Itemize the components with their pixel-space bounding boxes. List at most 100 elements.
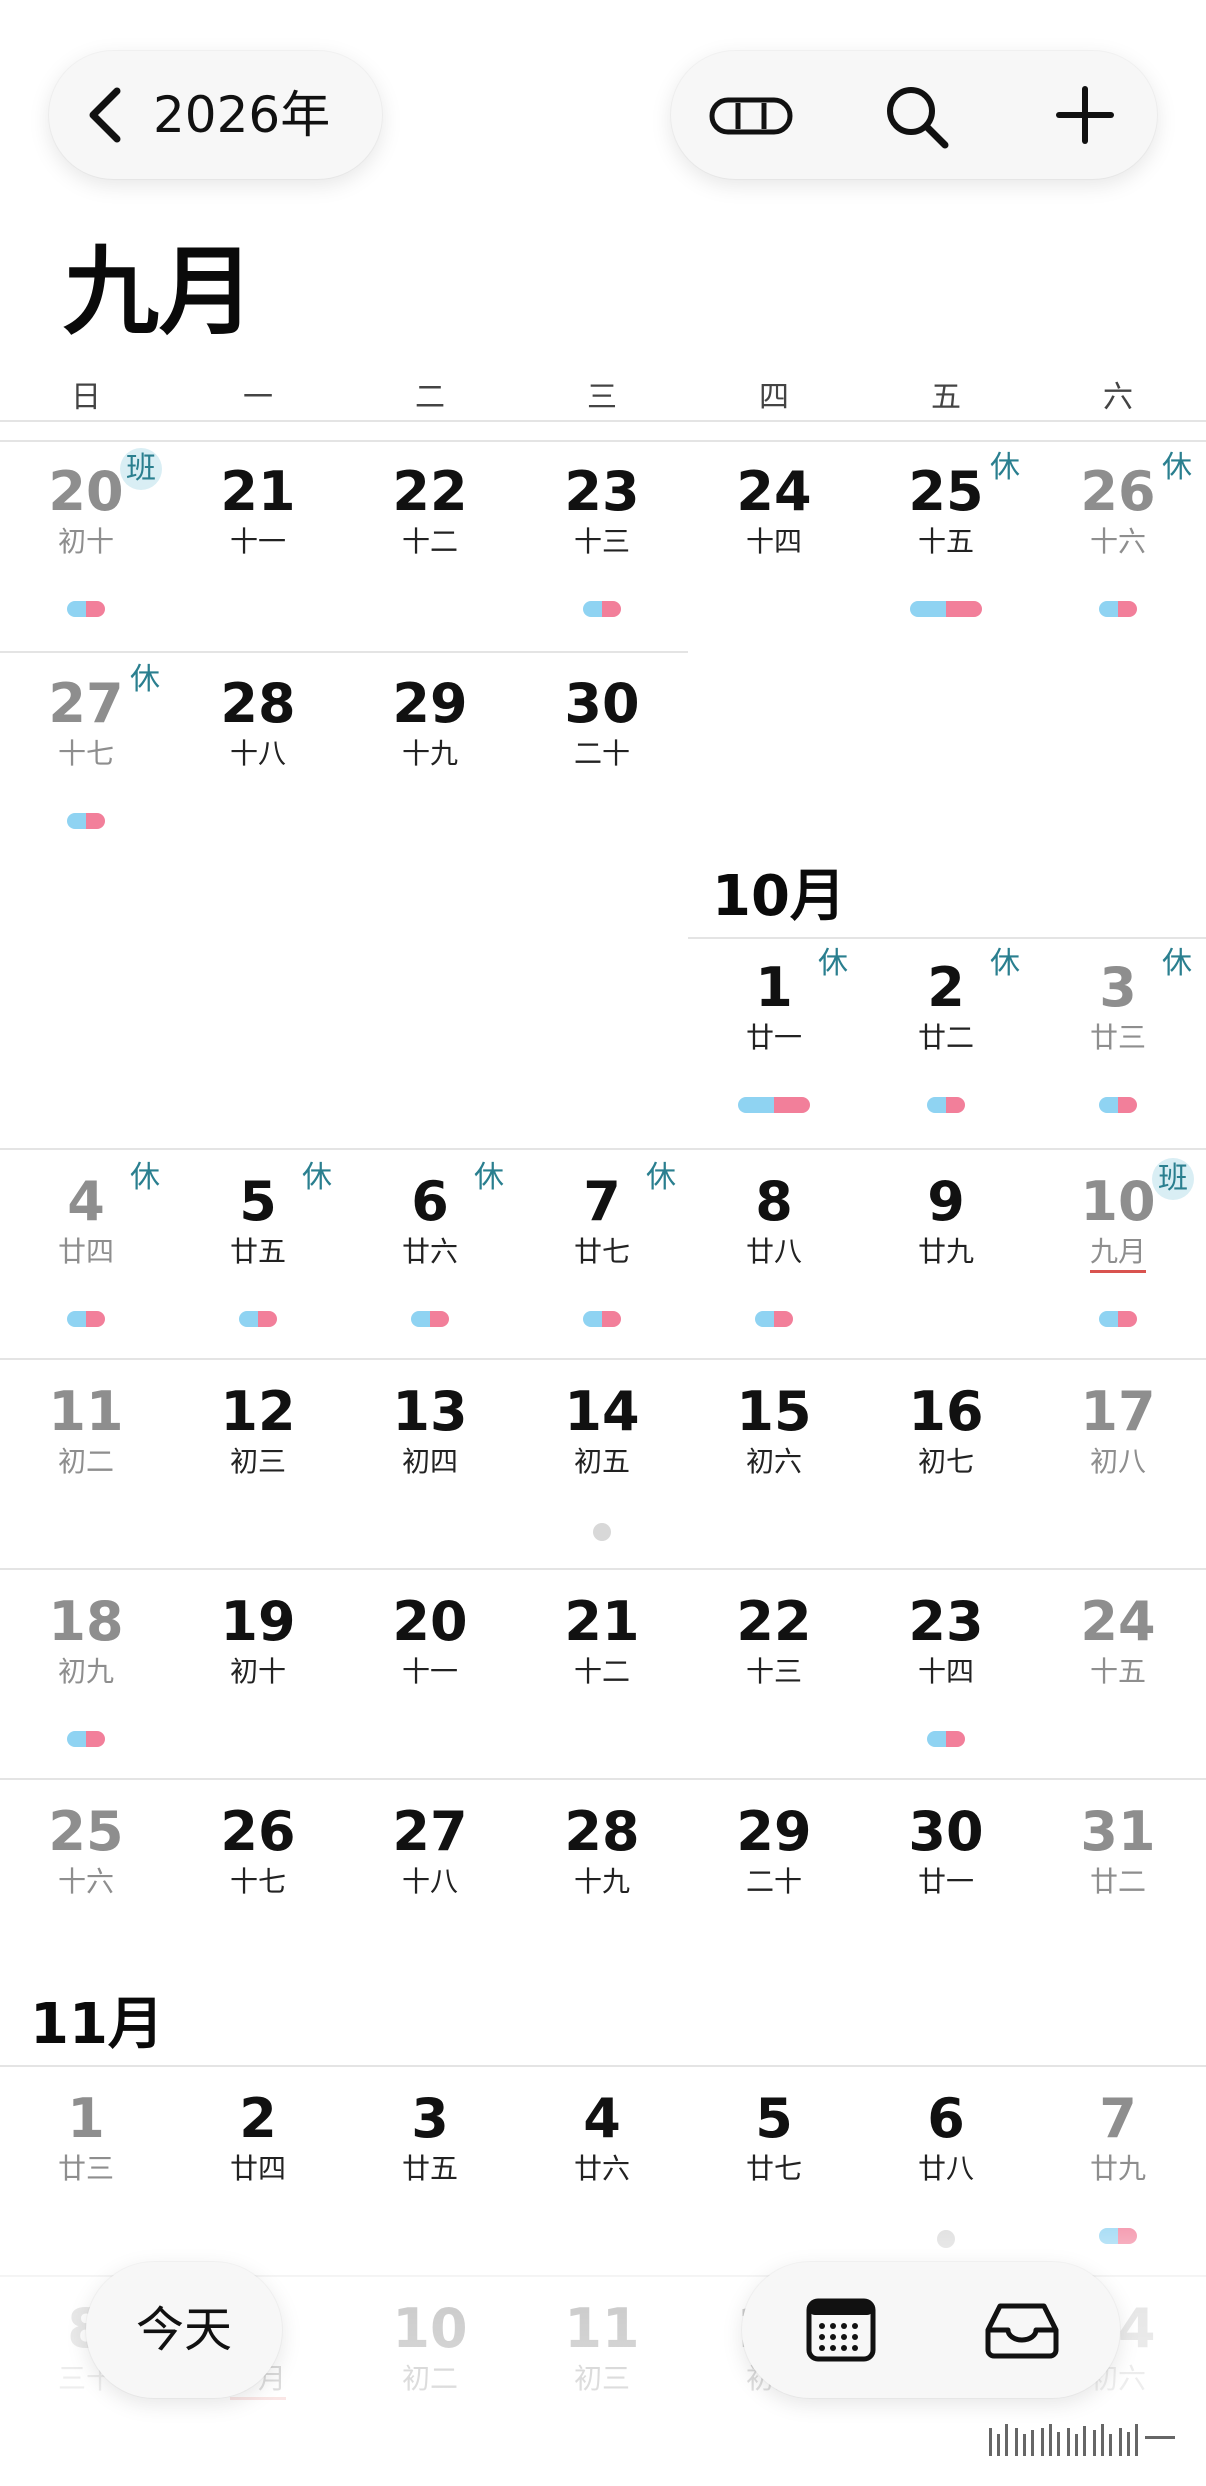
day-number: 3 — [411, 2087, 449, 2150]
lunar-date-text: 初十 — [57, 525, 114, 558]
lunar-date-text: 十九 — [401, 737, 458, 770]
event-bar-pink — [258, 1311, 277, 1327]
lunar-date-text: 十三 — [573, 525, 630, 558]
day-cell[interactable]: 24 十四 — [688, 438, 860, 647]
day-cell[interactable]: 11 初二 — [0, 1358, 172, 1567]
day-cell[interactable]: 12 初三 — [172, 1358, 344, 1567]
month-title: 九月 — [63, 236, 255, 348]
event-indicator — [67, 601, 105, 617]
lunar-date: 廿七 — [516, 1234, 688, 1270]
inbox-button[interactable] — [972, 2284, 1072, 2376]
back-to-year-button[interactable]: 2026年 — [49, 51, 382, 179]
lunar-date: 十三 — [688, 1654, 860, 1690]
today-button[interactable]: 今天 — [86, 2262, 282, 2398]
holiday-badge: 休 — [818, 946, 848, 981]
lunar-date-text: 廿八 — [917, 2152, 974, 2185]
day-cell[interactable]: 25 十五休 — [860, 438, 1032, 647]
event-indicator — [927, 1097, 965, 1113]
lunar-date-text: 初五 — [573, 1445, 630, 1478]
day-number: 12 — [220, 1380, 296, 1443]
lunar-date-text: 初三 — [229, 1445, 286, 1478]
lunar-date: 廿六 — [344, 1234, 516, 1270]
day-cell[interactable]: 13 初四 — [344, 1358, 516, 1567]
event-bar-blue — [1099, 1097, 1118, 1113]
lunar-date-text: 廿六 — [573, 2152, 630, 2185]
lunar-date: 十九 — [516, 1864, 688, 1900]
event-indicator — [239, 1311, 277, 1327]
day-cell[interactable]: 2 廿二休 — [860, 934, 1032, 1143]
holiday-badge: 休 — [990, 946, 1020, 981]
lunar-date-text: 十七 — [229, 1865, 286, 1898]
inbox-tray-icon — [985, 2303, 1059, 2359]
day-cell[interactable]: 21 十一 — [172, 438, 344, 647]
day-cell[interactable]: 23 十三 — [516, 438, 688, 647]
event-indicator — [1099, 601, 1137, 617]
lunar-date: 二十 — [516, 736, 688, 772]
day-cell[interactable]: 30 二十 — [516, 650, 688, 859]
day-cell[interactable]: 20 初十班 — [0, 438, 172, 647]
day-number: 9 — [927, 1170, 965, 1233]
day-cell[interactable]: 28 十九 — [516, 1778, 688, 1987]
day-number: 17 — [1080, 1380, 1156, 1443]
lunar-date: 初五 — [516, 1444, 688, 1480]
day-cell[interactable]: 22 十二 — [344, 438, 516, 647]
day-cell[interactable]: 7 廿七休 — [516, 1148, 688, 1357]
lunar-date-text: 初二 — [57, 1445, 114, 1478]
day-cell[interactable]: 18 初九 — [0, 1568, 172, 1777]
weekday-label: 五 — [931, 380, 961, 415]
day-cell[interactable]: 21 十二 — [516, 1568, 688, 1777]
event-indicator — [755, 1311, 793, 1327]
lunar-date: 廿五 — [172, 1234, 344, 1270]
day-cell[interactable]: 24 十五 — [1032, 1568, 1204, 1777]
day-cell[interactable]: 28 十八 — [172, 650, 344, 859]
day-cell[interactable]: 16 初七 — [860, 1358, 1032, 1567]
day-cell[interactable]: 1 廿一休 — [688, 934, 860, 1143]
day-number: 28 — [220, 672, 296, 735]
day-cell[interactable]: 4 廿四休 — [0, 1148, 172, 1357]
day-number: 8 — [755, 1170, 793, 1233]
day-cell[interactable]: 20 十一 — [344, 1568, 516, 1777]
lunar-date: 廿一 — [860, 1864, 1032, 1900]
day-cell[interactable]: 29 十九 — [344, 650, 516, 859]
year-label: 2026年 — [153, 86, 331, 144]
search-button[interactable] — [871, 75, 961, 155]
lunar-date: 初六 — [688, 1444, 860, 1480]
day-cell[interactable]: 30 廿一 — [860, 1778, 1032, 1987]
day-cell[interactable]: 19 初十 — [172, 1568, 344, 1777]
day-cell[interactable]: 22 十三 — [688, 1568, 860, 1777]
day-cell[interactable]: 29 二十 — [688, 1778, 860, 1987]
day-cell[interactable]: 25 十六 — [0, 1778, 172, 1987]
day-cell[interactable]: 10 九月班 — [1032, 1148, 1204, 1357]
day-cell[interactable]: 5 廿五休 — [172, 1148, 344, 1357]
day-number: 27 — [392, 1800, 468, 1863]
day-cell[interactable]: 14 初五 — [516, 1358, 688, 1567]
day-cell[interactable]: 26 十七 — [172, 1778, 344, 1987]
day-cell[interactable]: 6 廿六休 — [344, 1148, 516, 1357]
day-number: 29 — [392, 672, 468, 735]
calendar-view-button[interactable] — [792, 2284, 892, 2376]
lunar-date: 十四 — [688, 524, 860, 560]
day-cell[interactable]: 31 廿二 — [1032, 1778, 1204, 1987]
add-event-button[interactable] — [1041, 75, 1131, 155]
day-cell[interactable]: 27 十七休 — [0, 650, 172, 859]
weekday-label: 一 — [243, 380, 273, 415]
event-bar-blue — [1099, 1311, 1118, 1327]
view-mode-button[interactable] — [701, 75, 801, 155]
lunar-date-text: 九月 — [1089, 1235, 1146, 1273]
lunar-date: 廿四 — [0, 1234, 172, 1270]
lunar-date: 十八 — [172, 736, 344, 772]
day-cell[interactable]: 23 十四 — [860, 1568, 1032, 1777]
lunar-date: 廿九 — [860, 1234, 1032, 1270]
day-cell[interactable]: 15 初六 — [688, 1358, 860, 1567]
day-cell[interactable]: 8 廿八 — [688, 1148, 860, 1357]
lunar-date: 初十 — [0, 524, 172, 560]
day-number: 21 — [564, 1590, 640, 1653]
day-cell[interactable]: 26 十六休 — [1032, 438, 1204, 647]
event-bar-pink — [1118, 1097, 1137, 1113]
day-cell[interactable]: 17 初八 — [1032, 1358, 1204, 1567]
day-cell[interactable]: 27 十八 — [344, 1778, 516, 1987]
day-cell[interactable]: 3 廿三休 — [1032, 934, 1204, 1143]
day-number: 13 — [392, 1380, 468, 1443]
day-cell[interactable]: 9 廿九 — [860, 1148, 1032, 1357]
lunar-date: 十三 — [516, 524, 688, 560]
